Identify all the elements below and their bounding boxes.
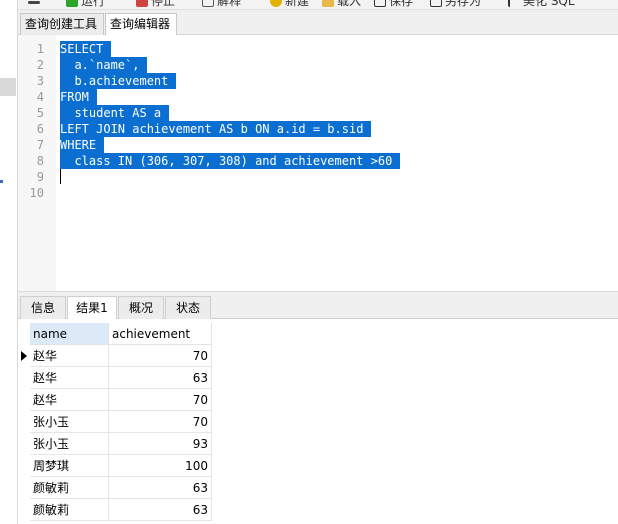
editor-line[interactable]: 2 a.`name`, [18, 57, 618, 73]
table-row[interactable]: 周梦琪 100 [18, 455, 218, 477]
play-icon [66, 0, 78, 7]
line-number: 8 [36, 154, 44, 168]
column-header-achievement[interactable]: achievement [109, 323, 212, 345]
result-tabbar: 信息 结果1 概况 状态 [18, 296, 618, 320]
new-icon [270, 0, 282, 7]
table-row[interactable]: 张小玉 70 [18, 411, 218, 433]
table-row[interactable]: 赵华 70 [18, 345, 218, 367]
cell-achievement[interactable]: 70 [109, 389, 212, 411]
menu-icon [28, 1, 40, 4]
new-button[interactable]: 新建 [270, 0, 309, 9]
save-as-button[interactable]: 另存为 [430, 0, 481, 9]
stop-button[interactable]: 停止 [136, 0, 175, 9]
editor-line[interactable]: 3 b.achievement [18, 73, 618, 89]
save-button[interactable]: 保存 [374, 0, 413, 9]
line-number: 4 [36, 90, 44, 104]
tab-profile[interactable]: 概况 [118, 296, 164, 319]
cell-name[interactable]: 颜敏莉 [30, 499, 109, 521]
tab-info[interactable]: 信息 [20, 296, 66, 319]
cell-name[interactable]: 颜敏莉 [30, 477, 109, 499]
tab-query-editor[interactable]: 查询编辑器 [105, 13, 177, 36]
line-number: 6 [36, 122, 44, 136]
line-number: 5 [36, 106, 44, 120]
document-tabbar: 查询创建工具 查询编辑器 [18, 10, 618, 36]
editor-line[interactable]: 1 SELECT [18, 41, 618, 57]
cell-name[interactable]: 赵华 [30, 389, 109, 411]
editor-line[interactable]: 8 class IN (306, 307, 308) and achieveme… [18, 153, 618, 169]
line-number: 1 [36, 42, 44, 56]
save-icon [374, 0, 386, 7]
code-text: SELECT [60, 41, 112, 57]
run-button[interactable]: 运行 [66, 0, 105, 9]
table-row[interactable]: 张小玉 93 [18, 433, 218, 455]
editor-line[interactable]: 5 student AS a [18, 105, 618, 121]
line-number: 2 [36, 58, 44, 72]
result-grid[interactable]: name achievement 赵华 70 赵华 63 赵华 70 张小玉 70 张小玉 93 周… [18, 319, 618, 524]
text-caret [60, 169, 61, 184]
editor-line[interactable]: 6 LEFT JOIN achievement AS b ON a.id = b.… [18, 121, 618, 137]
tab-result1[interactable]: 结果1 [67, 296, 117, 320]
folder-icon [322, 0, 334, 7]
table-row[interactable]: 颜敏莉 63 [18, 477, 218, 499]
editor-line[interactable]: 4 FROM [18, 89, 618, 105]
tab-status[interactable]: 状态 [165, 296, 211, 319]
cell-achievement[interactable]: 100 [109, 455, 212, 477]
cell-achievement[interactable]: 70 [109, 411, 212, 433]
table-row[interactable]: 赵华 70 [18, 389, 218, 411]
code-text: b.achievement [60, 73, 177, 89]
table-row[interactable]: 颜敏莉 63 [18, 499, 218, 521]
cell-achievement[interactable]: 63 [109, 499, 212, 521]
explain-icon [202, 0, 214, 7]
line-number: 3 [36, 74, 44, 88]
editor-line[interactable]: 9 [18, 169, 618, 185]
beautify-sql-button[interactable]: 美化 SQL [508, 0, 575, 9]
cell-name[interactable]: 周梦琪 [30, 455, 109, 477]
editor-line[interactable]: 7 WHERE [18, 137, 618, 153]
menu-button[interactable] [28, 0, 40, 4]
line-number: 9 [36, 170, 44, 184]
code-text: student AS a [60, 105, 170, 121]
line-number: 10 [29, 186, 44, 200]
cell-name[interactable]: 赵华 [30, 345, 109, 367]
panel-marker [0, 78, 16, 96]
cell-name[interactable]: 张小玉 [30, 433, 109, 455]
tab-query-builder[interactable]: 查询创建工具 [20, 13, 104, 35]
outer-left-panel [0, 0, 18, 524]
cell-achievement[interactable]: 70 [109, 345, 212, 367]
cell-name[interactable]: 赵华 [30, 367, 109, 389]
load-button[interactable]: 载入 [322, 0, 361, 9]
current-row-indicator-icon [21, 351, 27, 361]
code-text: FROM [60, 89, 97, 105]
code-text: WHERE [60, 137, 105, 153]
cell-achievement[interactable]: 63 [109, 367, 212, 389]
beautify-icon [508, 0, 520, 7]
column-header-name[interactable]: name [30, 323, 109, 345]
table-row[interactable]: 赵华 63 [18, 367, 218, 389]
code-text: a.`name`, [60, 57, 148, 73]
stop-icon [136, 0, 148, 7]
code-text: LEFT JOIN achievement AS b ON a.id = b.s… [60, 121, 372, 137]
toolbar: 运行 停止 解释 新建 载入 保存 另存为 美化 SQL [18, 0, 618, 10]
cell-achievement[interactable]: 93 [109, 433, 212, 455]
panel-dot [0, 180, 3, 183]
line-number: 7 [36, 138, 44, 152]
editor-line[interactable]: 10 [18, 185, 618, 201]
cell-name[interactable]: 张小玉 [30, 411, 109, 433]
explain-button[interactable]: 解释 [202, 0, 241, 9]
save-as-icon [430, 0, 442, 7]
code-text: class IN (306, 307, 308) and achievement… [60, 153, 401, 169]
cell-achievement[interactable]: 63 [109, 477, 212, 499]
sql-editor[interactable]: 1 SELECT 2 a.`name`, 3 b.achievement 4 FROM 5 … [18, 35, 618, 291]
